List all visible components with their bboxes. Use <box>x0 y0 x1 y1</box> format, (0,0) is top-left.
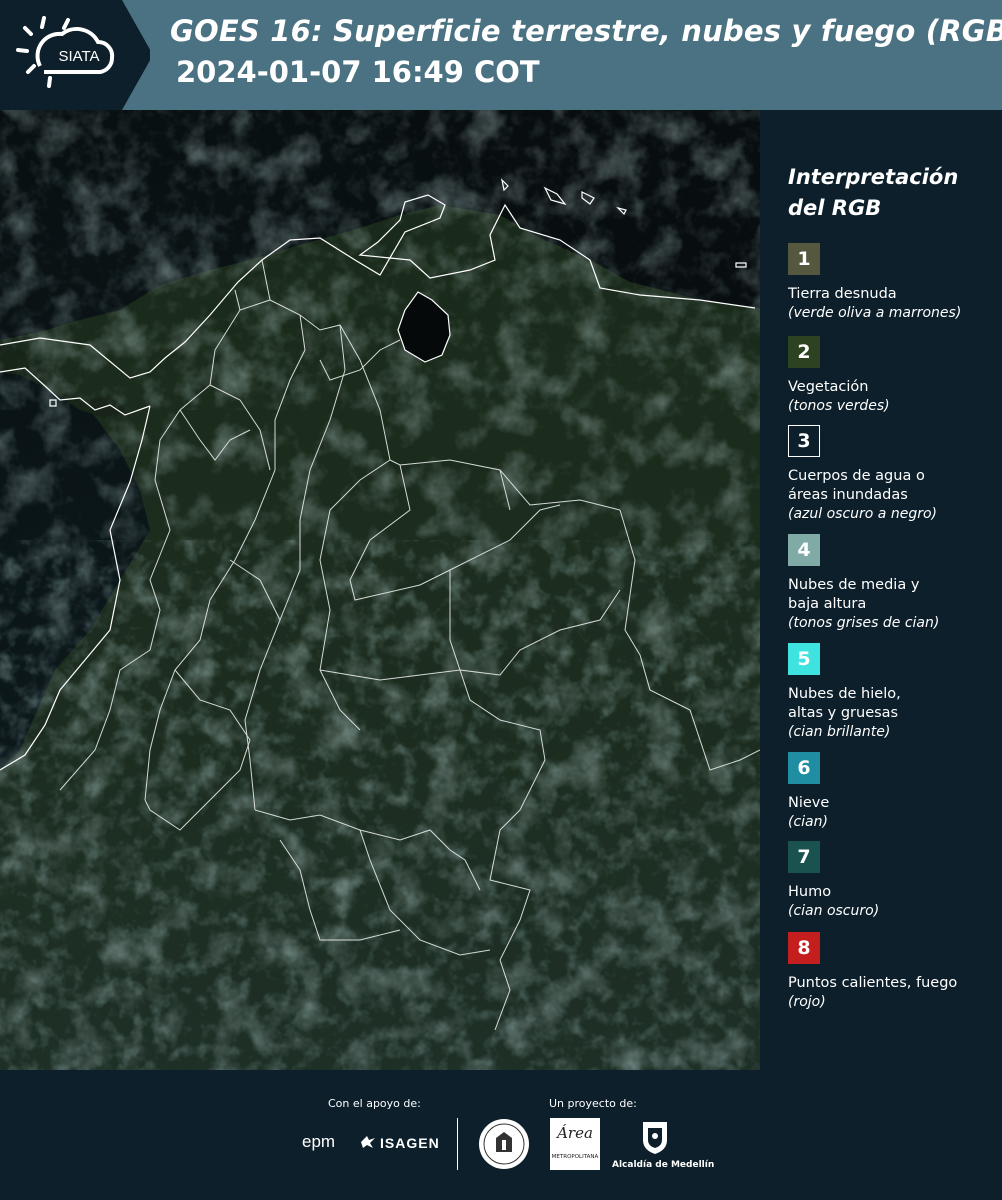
legend-swatch: 2 <box>788 336 820 368</box>
legend-swatch: 6 <box>788 752 820 784</box>
legend-label: Vegetación <box>788 379 869 395</box>
medellin-shield-icon <box>643 1122 667 1154</box>
legend-item-low-clouds: 4 Nubes de media y baja altura (tonos gr… <box>788 534 998 633</box>
legend-item-bare-soil: 1 Tierra desnuda (verde oliva a marrones… <box>788 243 998 323</box>
legend-label: Humo <box>788 884 832 900</box>
footer-divider <box>457 1118 458 1170</box>
legend-sublabel: (azul oscuro a negro) <box>788 506 937 522</box>
project-label: Un proyecto de: <box>549 1097 637 1110</box>
header-bar: SIATA GOES 16: Superficie terrestre, nub… <box>0 0 1002 110</box>
legend-label: Nubes de hielo, altas y gruesas <box>788 686 901 721</box>
footer: Con el apoyo de: Un proyecto de: epm ISA… <box>0 1070 1002 1200</box>
legend-swatch: 8 <box>788 932 820 964</box>
legend-swatch: 5 <box>788 643 820 675</box>
legend-sublabel: (verde oliva a marrones) <box>788 305 962 321</box>
legend-label: Tierra desnuda <box>788 286 897 302</box>
legend-label: Cuerpos de agua o áreas inundadas <box>788 468 925 503</box>
epm-logo: epm <box>302 1132 336 1151</box>
legend-label: Nieve <box>788 795 830 811</box>
timestamp: 2024-01-07 16:49 COT <box>176 55 540 89</box>
legend-item-snow: 6 Nieve (cian) <box>788 752 998 832</box>
siata-logo-text: SIATA <box>58 48 99 65</box>
legend-item-vegetation: 2 Vegetación (tonos verdes) <box>788 336 998 416</box>
legend-sublabel: (tonos grises de cian) <box>788 615 940 631</box>
isagen-icon <box>361 1136 375 1148</box>
legend-item-ice-clouds: 5 Nubes de hielo, altas y gruesas (cian … <box>788 643 998 742</box>
legend-swatch: 1 <box>788 243 820 275</box>
university-seal-icon <box>479 1119 529 1169</box>
page-title: GOES 16: Superficie terrestre, nubes y f… <box>170 14 1002 48</box>
medellin-text: Alcaldía de Medellín <box>612 1160 715 1170</box>
satellite-map <box>0 110 760 1070</box>
legend-sublabel: (rojo) <box>788 994 826 1010</box>
legend-title-line1: Interpretación <box>788 165 959 189</box>
isagen-logo: ISAGEN <box>380 1135 440 1151</box>
amva-logo-small-text: METROPOLITANA <box>551 1154 599 1160</box>
legend-sublabel: (tonos verdes) <box>788 398 890 414</box>
legend-item-water: 3 Cuerpos de agua o áreas inundadas (azu… <box>788 425 998 524</box>
siata-logo: SIATA <box>0 0 150 110</box>
support-label: Con el apoyo de: <box>328 1097 421 1110</box>
legend-swatch: 7 <box>788 841 820 873</box>
area-metropolitana-logo: Área METROPOLITANA <box>550 1118 600 1170</box>
legend-swatch: 3 <box>788 425 820 457</box>
legend-title-line2: del RGB <box>788 196 882 220</box>
legend-swatch: 4 <box>788 534 820 566</box>
legend-sublabel: (cian oscuro) <box>788 903 880 919</box>
legend-label: Puntos calientes, fuego <box>788 975 958 991</box>
legend-item-fire: 8 Puntos calientes, fuego (rojo) <box>788 932 998 1012</box>
legend-title: Interpretación del RGB <box>788 162 988 224</box>
rgb-legend: Interpretación del RGB 1 Tierra desnuda … <box>760 110 1002 1070</box>
legend-sublabel: (cian brillante) <box>788 724 891 740</box>
amva-logo-text: Área <box>557 1124 593 1142</box>
legend-item-smoke: 7 Humo (cian oscuro) <box>788 841 998 921</box>
legend-label: Nubes de media y baja altura <box>788 577 920 612</box>
legend-sublabel: (cian) <box>788 814 828 830</box>
